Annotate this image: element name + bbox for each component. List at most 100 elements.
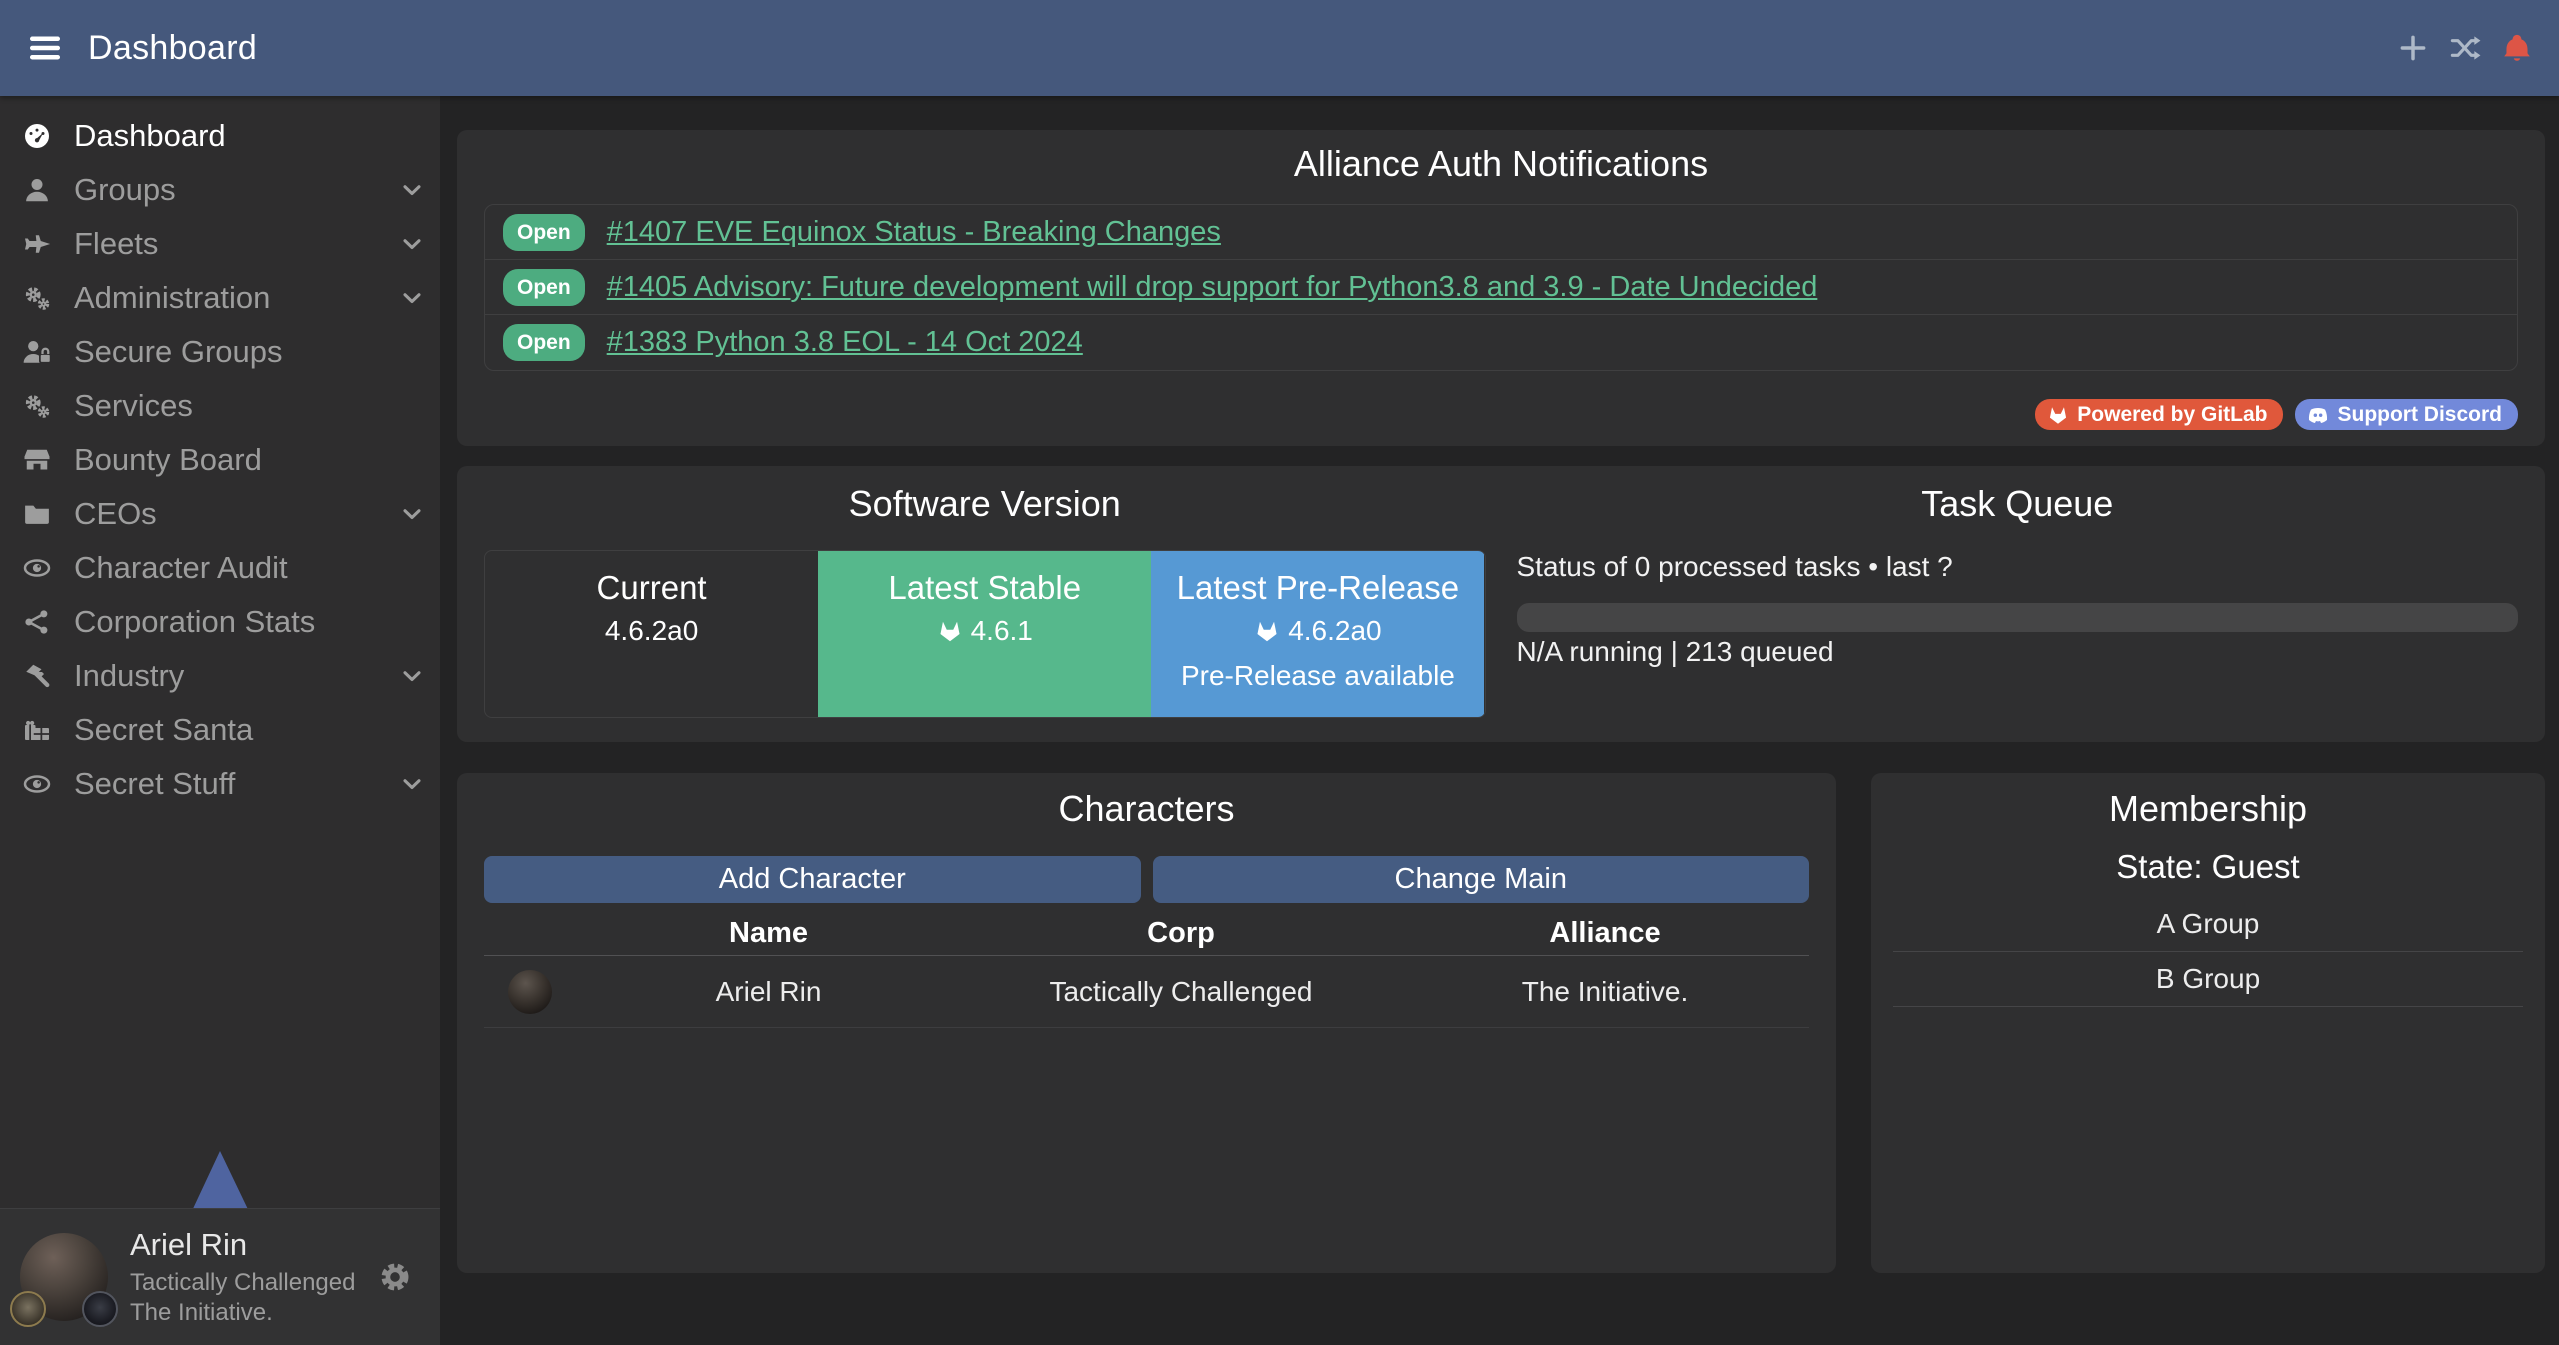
sidebar-item-label: Secret Stuff <box>74 766 235 802</box>
version-cell-label: Current <box>485 568 818 608</box>
sidebar-item-label: Services <box>74 388 193 424</box>
sidebar-menu: Dashboard Groups Fleets Administration S… <box>0 96 440 811</box>
sidebar-item-label: CEOs <box>74 496 157 532</box>
sidebar-item-secure-groups[interactable]: Secure Groups <box>0 325 440 379</box>
gifts-icon <box>22 715 52 745</box>
notifications-list: Open #1407 EVE Equinox Status - Breaking… <box>484 204 2518 371</box>
sidebar-item-label: Secret Santa <box>74 712 253 748</box>
notifications-title: Alliance Auth Notifications <box>484 142 2518 186</box>
top-navbar: Dashboard <box>0 0 2559 96</box>
notification-link[interactable]: #1405 Advisory: Future development will … <box>607 271 1818 304</box>
user-name: Ariel Rin <box>130 1226 355 1265</box>
sidebar-item-fleets[interactable]: Fleets <box>0 217 440 271</box>
prerelease-version-number: 4.6.2a0 <box>1151 614 1484 648</box>
sidebar-item-label: Groups <box>74 172 176 208</box>
character-name-cell: Ariel Rin <box>576 976 961 1008</box>
membership-group-item: B Group <box>1893 952 2523 1007</box>
sidebar-item-administration[interactable]: Administration <box>0 271 440 325</box>
gitlab-badge-label: Powered by GitLab <box>2077 403 2267 427</box>
sidebar-item-services[interactable]: Services <box>0 379 440 433</box>
sidebar-item-groups[interactable]: Groups <box>0 163 440 217</box>
sidebar-item-bounty-board[interactable]: Bounty Board <box>0 433 440 487</box>
main-content: Alliance Auth Notifications Open #1407 E… <box>440 96 2559 1345</box>
notifications-panel: Alliance Auth Notifications Open #1407 E… <box>457 130 2545 446</box>
stable-version-text: 4.6.1 <box>971 614 1033 648</box>
gears-icon <box>22 283 52 313</box>
open-status-badge: Open <box>503 269 585 306</box>
powered-by-gitlab-badge[interactable]: Powered by GitLab <box>2035 399 2283 430</box>
user-icon <box>22 175 52 205</box>
stable-version-number: 4.6.1 <box>818 614 1151 648</box>
character-portrait-image <box>508 970 552 1014</box>
alliance-logo-badge <box>82 1291 118 1327</box>
sidebar-item-label: Corporation Stats <box>74 604 315 640</box>
chevron-down-icon <box>398 284 426 312</box>
task-queue-section: Task Queue Status of 0 processed tasks •… <box>1517 482 2519 742</box>
user-settings-gear-icon[interactable] <box>378 1260 412 1294</box>
navbar-actions <box>2397 32 2533 64</box>
footer-badges: Powered by GitLab Support Discord <box>484 399 2518 430</box>
user-panel: Ariel Rin Tactically Challenged The Init… <box>0 1208 440 1345</box>
sidebar-item-industry[interactable]: Industry <box>0 649 440 703</box>
task-queue-summary-text: N/A running | 213 queued <box>1517 635 2519 669</box>
membership-panel: Membership State: Guest A Group B Group <box>1871 773 2545 1273</box>
version-box: Current 4.6.2a0 Latest Stable 4.6.1 Late… <box>484 550 1486 718</box>
version-cell-stable: Latest Stable 4.6.1 <box>818 551 1151 717</box>
column-header-alliance: Alliance <box>1401 917 1809 950</box>
hamburger-menu-icon[interactable] <box>28 31 62 65</box>
sidebar-item-label: Character Audit <box>74 550 288 586</box>
notifications-bell-icon[interactable] <box>2501 32 2533 64</box>
notification-link[interactable]: #1407 EVE Equinox Status - Breaking Chan… <box>607 216 1221 249</box>
change-main-shuffle-icon[interactable] <box>2449 32 2481 64</box>
add-character-icon[interactable] <box>2397 32 2429 64</box>
task-queue-status-text: Status of 0 processed tasks • last ? <box>1517 550 2519 584</box>
sidebar-item-character-audit[interactable]: Character Audit <box>0 541 440 595</box>
discord-badge-label: Support Discord <box>2337 403 2502 427</box>
membership-group-item: A Group <box>1893 897 2523 952</box>
notification-row: Open #1383 Python 3.8 EOL - 14 Oct 2024 <box>485 315 2517 370</box>
fighter-jet-icon <box>22 229 52 259</box>
user-avatar <box>20 1233 108 1321</box>
chevron-down-icon <box>398 176 426 204</box>
membership-state: State: Guest <box>1893 847 2523 887</box>
user-info: Ariel Rin Tactically Challenged The Init… <box>130 1226 355 1329</box>
task-queue-title: Task Queue <box>1517 482 2519 526</box>
version-cell-current: Current 4.6.2a0 <box>485 551 818 717</box>
add-character-button[interactable]: Add Character <box>484 856 1141 903</box>
store-icon <box>22 445 52 475</box>
character-row: Ariel Rin Tactically Challenged The Init… <box>484 956 1809 1028</box>
eye-icon <box>22 769 52 799</box>
column-header-corp: Corp <box>961 917 1401 950</box>
current-version-number: 4.6.2a0 <box>485 614 818 648</box>
sidebar-item-corporation-stats[interactable]: Corporation Stats <box>0 595 440 649</box>
character-portrait-cell <box>484 970 576 1014</box>
notification-row: Open #1407 EVE Equinox Status - Breaking… <box>485 205 2517 260</box>
corp-logo-badge <box>10 1291 46 1327</box>
chevron-down-icon <box>398 770 426 798</box>
characters-table: Name Corp Alliance Ariel Rin Tactically … <box>484 911 1809 1028</box>
notification-link[interactable]: #1383 Python 3.8 EOL - 14 Oct 2024 <box>607 326 1083 359</box>
column-header-name: Name <box>576 917 961 950</box>
gauge-icon <box>22 121 52 151</box>
change-main-button[interactable]: Change Main <box>1153 856 1810 903</box>
sidebar-item-ceos[interactable]: CEOs <box>0 487 440 541</box>
user-lock-icon <box>22 337 52 367</box>
sidebar-item-secret-santa[interactable]: Secret Santa <box>0 703 440 757</box>
navbar-title: Dashboard <box>88 29 257 68</box>
chevron-down-icon <box>398 662 426 690</box>
character-alliance-cell: The Initiative. <box>1401 976 1809 1008</box>
sidebar-item-secret-stuff[interactable]: Secret Stuff <box>0 757 440 811</box>
open-status-badge: Open <box>503 214 585 251</box>
task-queue-progress-bar <box>1517 603 2519 632</box>
sidebar-item-label: Administration <box>74 280 270 316</box>
software-version-section: Software Version Current 4.6.2a0 Latest … <box>484 482 1486 742</box>
chevron-down-icon <box>398 230 426 258</box>
gitlab-tanuki-icon <box>2047 404 2069 426</box>
support-discord-badge[interactable]: Support Discord <box>2295 399 2518 430</box>
characters-buttons: Add Character Change Main <box>484 856 1809 903</box>
sidebar-item-dashboard[interactable]: Dashboard <box>0 109 440 163</box>
eye-icon <box>22 553 52 583</box>
folder-icon <box>22 499 52 529</box>
software-version-title: Software Version <box>484 482 1486 526</box>
share-icon <box>22 607 52 637</box>
